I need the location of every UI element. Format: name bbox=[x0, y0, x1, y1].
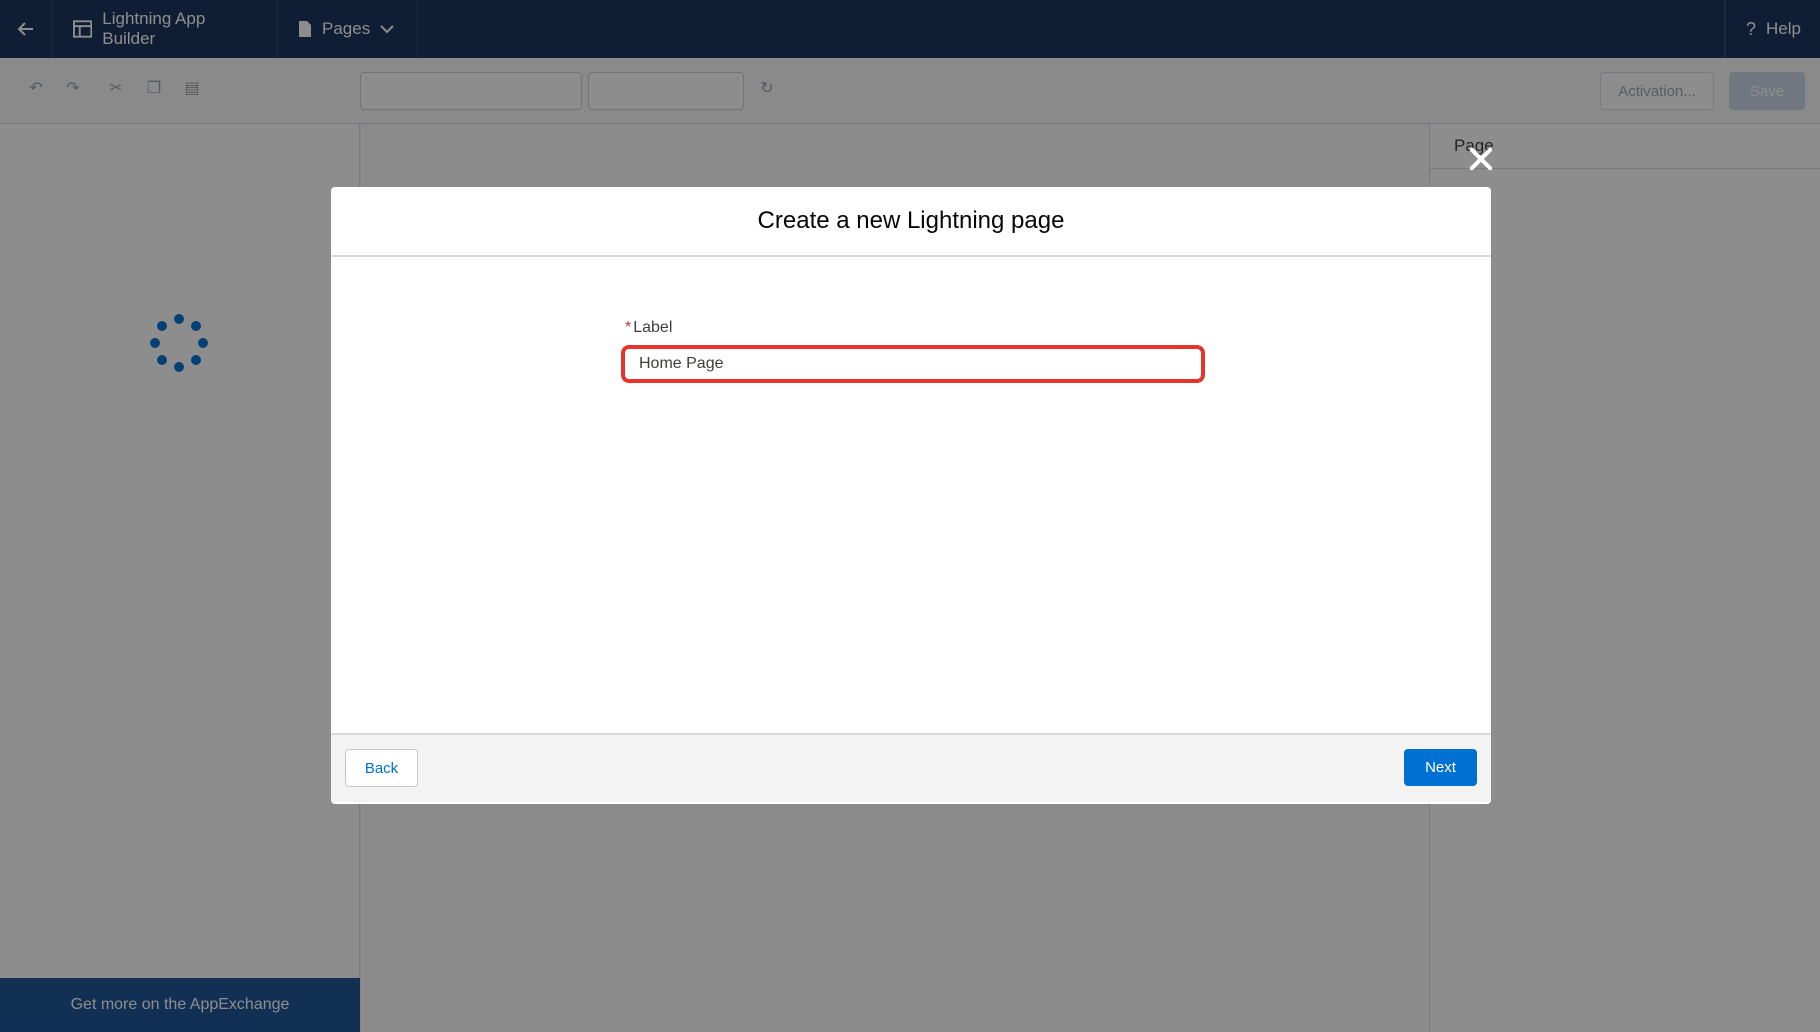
label-field: * Label bbox=[621, 319, 1205, 383]
back-button[interactable]: Back bbox=[345, 749, 418, 787]
label-input[interactable] bbox=[621, 345, 1205, 383]
label-text: Label bbox=[633, 319, 673, 336]
next-button[interactable]: Next bbox=[1404, 749, 1477, 786]
close-modal-icon[interactable] bbox=[1466, 144, 1496, 174]
required-marker: * bbox=[625, 319, 632, 336]
new-page-modal: Create a new Lightning page *Label Back … bbox=[331, 187, 1491, 804]
modal-header: Create a new Lightning page bbox=[331, 187, 1491, 257]
modal-title: Create a new Lightning page bbox=[757, 207, 1065, 234]
modal-footer: Back Next bbox=[331, 735, 1491, 802]
modal-body: * Label bbox=[331, 257, 1491, 735]
label-field-label: * Label bbox=[625, 319, 1205, 337]
